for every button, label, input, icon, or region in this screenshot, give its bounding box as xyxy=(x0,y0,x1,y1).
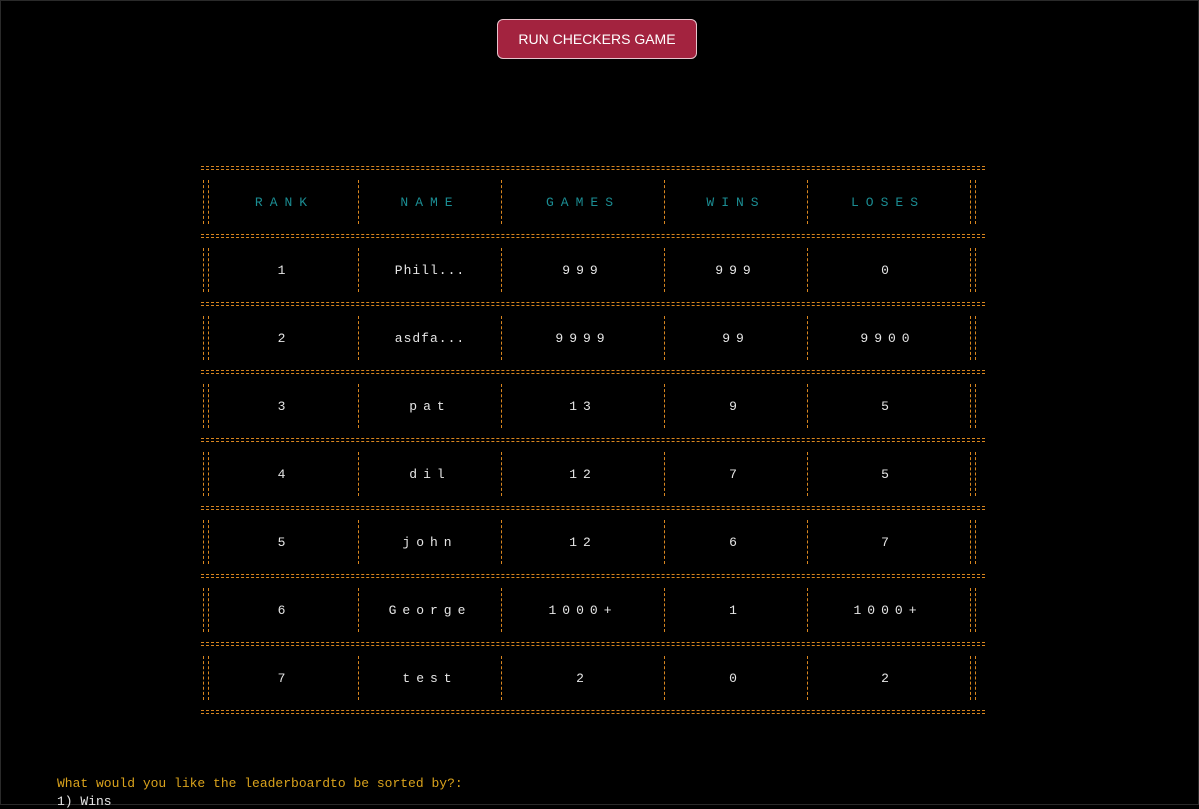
cell-rank: 1 xyxy=(277,262,292,278)
cell-wins: 6 xyxy=(729,534,743,550)
header-games: GAMES xyxy=(545,194,620,210)
cell-games: 9999 xyxy=(555,330,611,346)
cell-rank: 2 xyxy=(277,330,292,346)
table-border xyxy=(201,588,211,632)
sort-option-wins[interactable]: 1) Wins xyxy=(57,794,112,809)
table-border xyxy=(201,656,211,700)
cell-loses: 7 xyxy=(881,534,895,550)
cell-name: test xyxy=(402,670,458,686)
cell-loses: 5 xyxy=(881,466,895,482)
table-row: 1 Phill... 999 999 0 xyxy=(201,240,985,300)
table-row: 3 pat 13 9 5 xyxy=(201,376,985,436)
table-border xyxy=(201,452,211,496)
cell-name: Phill... xyxy=(394,262,466,278)
run-checkers-game-button[interactable]: RUN CHECKERS GAME xyxy=(497,19,697,59)
table-border xyxy=(201,164,985,172)
table-row: 2 asdfa... 9999 99 9900 xyxy=(201,308,985,368)
cell-games: 1000+ xyxy=(548,602,618,618)
cell-name: dil xyxy=(409,466,451,482)
table-border xyxy=(201,708,985,716)
table-border xyxy=(201,316,211,360)
header-rank: RANK xyxy=(254,194,315,210)
table-border xyxy=(201,232,985,240)
cell-loses: 1000+ xyxy=(853,602,923,618)
table-border xyxy=(968,248,978,292)
sort-prompt: What would you like the leaderboardto be… xyxy=(57,776,463,791)
cell-rank: 5 xyxy=(277,534,292,550)
cell-games: 13 xyxy=(569,398,597,414)
table-border xyxy=(201,436,985,444)
table-row: 5 john 12 6 7 xyxy=(201,512,985,572)
cell-name: pat xyxy=(409,398,451,414)
cell-rank: 6 xyxy=(277,602,292,618)
table-border xyxy=(201,520,211,564)
table-border xyxy=(968,656,978,700)
table-border xyxy=(201,300,985,308)
cell-rank: 3 xyxy=(277,398,292,414)
cell-name: George xyxy=(388,602,472,618)
table-row: 6 George 1000+ 1 1000+ xyxy=(201,580,985,640)
cell-loses: 0 xyxy=(881,262,895,278)
cell-rank: 4 xyxy=(277,466,292,482)
cell-name: asdfa... xyxy=(394,330,466,346)
cell-wins: 0 xyxy=(729,670,743,686)
table-body: 1 Phill... 999 999 0 2 asdfa... 9999 99 9900 3 pat 1… xyxy=(201,240,985,716)
header-name: NAME xyxy=(400,194,460,210)
table-border xyxy=(968,316,978,360)
table-header-row: RANK NAME GAMES WINS LOSES xyxy=(201,172,985,232)
table-border xyxy=(201,384,211,428)
table-border xyxy=(201,504,985,512)
cell-wins: 9 xyxy=(729,398,743,414)
table-border xyxy=(201,180,211,224)
table-border xyxy=(968,588,978,632)
cell-wins: 99 xyxy=(722,330,750,346)
cell-games: 12 xyxy=(569,534,597,550)
cell-loses: 5 xyxy=(881,398,895,414)
cell-wins: 7 xyxy=(729,466,743,482)
cell-games: 12 xyxy=(569,466,597,482)
cell-loses: 2 xyxy=(881,670,895,686)
cell-wins: 1 xyxy=(729,602,743,618)
table-border xyxy=(201,572,985,580)
cell-rank: 7 xyxy=(277,670,292,686)
table-border xyxy=(201,640,985,648)
cell-name: john xyxy=(402,534,458,550)
header-loses: LOSES xyxy=(850,194,925,210)
table-border xyxy=(968,452,978,496)
table-row: 4 dil 12 7 5 xyxy=(201,444,985,504)
table-border xyxy=(968,520,978,564)
table-border xyxy=(968,180,978,224)
cell-games: 2 xyxy=(576,670,590,686)
table-border xyxy=(968,384,978,428)
leaderboard-table: RANK NAME GAMES WINS LOSES 1 Phill... 999 9… xyxy=(201,164,985,716)
header-wins: WINS xyxy=(706,194,766,210)
cell-wins: 999 xyxy=(715,262,757,278)
cell-games: 999 xyxy=(562,262,604,278)
table-border xyxy=(201,248,211,292)
table-row: 7 test 2 0 2 xyxy=(201,648,985,708)
cell-loses: 9900 xyxy=(860,330,916,346)
table-border xyxy=(201,368,985,376)
